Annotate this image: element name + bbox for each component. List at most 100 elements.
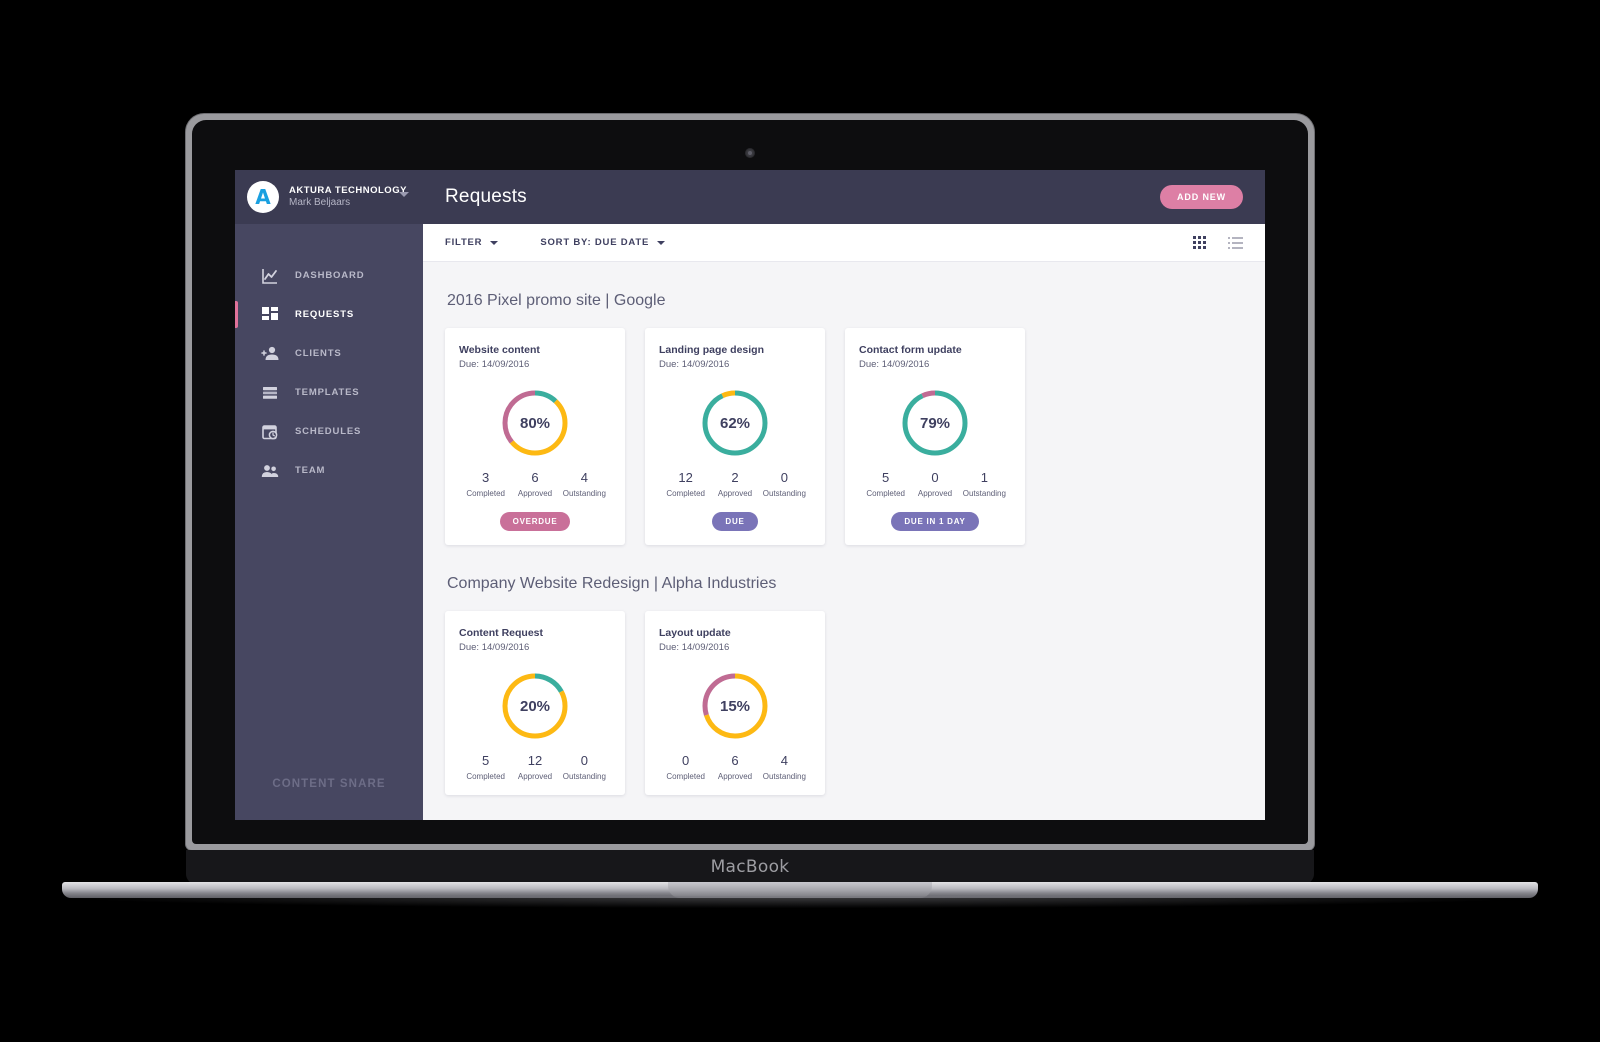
app-window: A AKTURA TECHNOLOGY Mark Beljaars DASHBO… (235, 170, 1265, 820)
sidebar-item-label: REQUESTS (295, 309, 355, 320)
request-card[interactable]: Content Request Due: 14/09/2016 20% 5 Co… (445, 611, 625, 795)
stat-value: 0 (682, 753, 690, 768)
sidebar: A AKTURA TECHNOLOGY Mark Beljaars DASHBO… (235, 170, 423, 820)
stat-value: 5 (482, 753, 490, 768)
card-due-date: Due: 14/09/2016 (859, 359, 930, 370)
view-toggle-group (1193, 236, 1243, 249)
donut-wrap: 62% (659, 386, 811, 460)
stat: 4 Outstanding (760, 753, 809, 781)
card-title: Content Request (459, 627, 543, 639)
stat-label: Approved (917, 489, 953, 498)
donut-percent-label: 20% (519, 697, 551, 715)
sidebar-item-requests[interactable]: REQUESTS (235, 295, 423, 334)
chevron-down-icon[interactable] (399, 192, 409, 197)
stat: 2 Approved (710, 470, 759, 498)
stat: 3 Completed (461, 470, 510, 498)
stat-label: Completed (666, 489, 705, 498)
stat: 12 Approved (510, 753, 559, 781)
sidebar-item-label: TEMPLATES (295, 387, 360, 398)
sidebar-item-schedules[interactable]: SCHEDULES (235, 412, 423, 451)
stat: 4 Outstanding (560, 470, 609, 498)
users-icon (261, 462, 279, 480)
status-badge[interactable]: OVERDUE (499, 512, 571, 531)
progress-donut-chart: 20% (498, 669, 572, 743)
stat: 6 Approved (510, 470, 559, 498)
card-row: Website content Due: 14/09/2016 80% 3 Co… (445, 328, 1243, 545)
product-logo-text: CONTENT SNARE (272, 778, 386, 790)
stat: 5 Completed (861, 470, 910, 498)
page-title: Requests (445, 186, 527, 207)
card-stats: 5 Completed 0 Approved 1 Outstanding (859, 470, 1011, 498)
stat-label: Completed (466, 489, 505, 498)
request-card[interactable]: Landing page design Due: 14/09/2016 62% … (645, 328, 825, 545)
status-badge[interactable]: DUE (712, 512, 758, 531)
sidebar-item-templates[interactable]: TEMPLATES (235, 373, 423, 412)
sidebar-footer: CONTENT SNARE (235, 778, 423, 820)
stat-label: Completed (866, 489, 905, 498)
request-card[interactable]: Contact form update Due: 14/09/2016 79% … (845, 328, 1025, 545)
sidebar-nav: DASHBOARD REQUESTS CLIENTS TEMPLATES SCH… (235, 256, 423, 490)
request-card[interactable]: Layout update Due: 14/09/2016 15% 0 Comp… (645, 611, 825, 795)
stat: 6 Approved (710, 753, 759, 781)
chevron-down-icon (657, 240, 666, 245)
card-due-date: Due: 14/09/2016 (659, 359, 730, 370)
donut-wrap: 79% (859, 386, 1011, 460)
filter-label: FILTER (445, 237, 483, 248)
stat-value: 1 (980, 470, 988, 485)
card-due-date: Due: 14/09/2016 (659, 642, 730, 653)
organization-name: AKTURA TECHNOLOGY (289, 184, 407, 196)
stat-label: Outstanding (562, 772, 606, 781)
progress-donut-chart: 79% (898, 386, 972, 460)
content-scroll-area[interactable]: 2016 Pixel promo site | Google Website c… (423, 262, 1265, 820)
donut-wrap: 20% (459, 669, 611, 743)
filter-dropdown[interactable]: FILTER (445, 237, 499, 248)
stat: 0 Completed (661, 753, 710, 781)
stat: 0 Outstanding (760, 470, 809, 498)
stat-value: 4 (780, 753, 788, 768)
stat-label: Outstanding (962, 489, 1006, 498)
stat-value: 6 (731, 753, 739, 768)
sort-label: SORT BY: DUE DATE (540, 237, 650, 248)
request-card[interactable]: Website content Due: 14/09/2016 80% 3 Co… (445, 328, 625, 545)
screenshot-stage: A AKTURA TECHNOLOGY Mark Beljaars DASHBO… (0, 0, 1600, 1042)
card-title: Website content (459, 344, 540, 356)
section-title: Company Website Redesign | Alpha Industr… (447, 575, 777, 592)
card-title: Landing page design (659, 344, 765, 356)
card-due-date: Due: 14/09/2016 (459, 359, 530, 370)
stat-value: 3 (482, 470, 490, 485)
stat-value: 0 (931, 470, 939, 485)
list-view-icon[interactable] (1228, 236, 1243, 249)
badge-wrap: DUE (659, 512, 811, 531)
stat-label: Approved (517, 772, 553, 781)
screen-viewport: A AKTURA TECHNOLOGY Mark Beljaars DASHBO… (235, 170, 1265, 820)
sidebar-item-label: SCHEDULES (295, 426, 362, 437)
stat: 1 Outstanding (960, 470, 1009, 498)
stat: 0 Outstanding (560, 753, 609, 781)
section-title: 2016 Pixel promo site | Google (447, 292, 666, 309)
stat-value: 4 (580, 470, 588, 485)
filter-toolbar: FILTER SORT BY: DUE DATE (423, 224, 1265, 262)
sidebar-item-dashboard[interactable]: DASHBOARD (235, 256, 423, 295)
chevron-down-icon (490, 240, 499, 245)
stat-label: Approved (717, 489, 753, 498)
grid-blocks-icon (261, 306, 279, 324)
stat: 12 Completed (661, 470, 710, 498)
stat-label: Outstanding (762, 489, 806, 498)
stat-label: Outstanding (562, 489, 606, 498)
stat-value: 0 (780, 470, 788, 485)
progress-donut-chart: 15% (698, 669, 772, 743)
top-header-bar: Requests ADD NEW (423, 170, 1265, 224)
layers-icon (261, 384, 279, 402)
stat-label: Approved (717, 772, 753, 781)
sidebar-item-clients[interactable]: CLIENTS (235, 334, 423, 373)
sidebar-item-team[interactable]: TEAM (235, 451, 423, 490)
avatar: A (247, 181, 279, 213)
brand-account-switcher[interactable]: A AKTURA TECHNOLOGY Mark Beljaars (235, 170, 423, 224)
donut-wrap: 80% (459, 386, 611, 460)
grid-view-icon[interactable] (1193, 236, 1206, 249)
add-new-button[interactable]: ADD NEW (1160, 185, 1243, 209)
sort-dropdown[interactable]: SORT BY: DUE DATE (540, 237, 666, 248)
donut-percent-label: 79% (919, 414, 951, 432)
status-badge[interactable]: DUE IN 1 DAY (891, 512, 979, 531)
user-add-icon (261, 345, 279, 363)
